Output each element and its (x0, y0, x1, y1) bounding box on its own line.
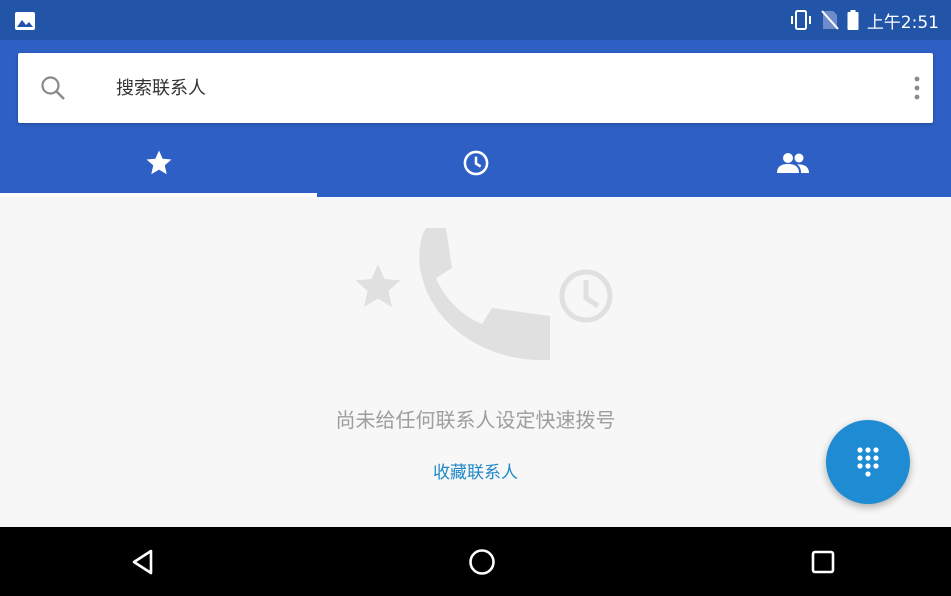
search-input[interactable] (116, 73, 816, 103)
home-icon[interactable] (465, 545, 499, 579)
vibrate-icon (790, 10, 811, 30)
empty-state-illustration (355, 228, 613, 361)
star-icon (355, 264, 401, 307)
app-header (0, 40, 951, 197)
dialpad-button[interactable] (826, 420, 910, 504)
phone-icon (419, 228, 550, 361)
tab-recents[interactable] (317, 128, 634, 197)
search-icon[interactable] (40, 75, 66, 101)
clock-icon (463, 150, 488, 175)
add-favorite-link[interactable]: 收藏联系人 (0, 458, 951, 483)
gallery-icon (15, 12, 35, 30)
search-box[interactable] (18, 53, 933, 123)
dialpad-icon (857, 447, 879, 477)
tab-favorites[interactable] (0, 128, 317, 197)
clock-icon (559, 269, 613, 323)
recents-icon[interactable] (806, 545, 840, 579)
back-icon[interactable] (126, 545, 160, 579)
star-icon (146, 150, 171, 174)
tab-contacts[interactable] (634, 128, 951, 197)
navigation-bar (0, 527, 951, 596)
battery-icon (847, 10, 859, 30)
no-sim-icon (821, 10, 839, 30)
status-time: 上午2:51 (866, 12, 939, 33)
more-vert-icon[interactable] (913, 75, 921, 101)
empty-state-message: 尚未给任何联系人设定快速拨号 (335, 408, 616, 432)
people-icon (776, 152, 809, 173)
status-bar: 上午2:51 (0, 0, 951, 40)
tab-indicator (0, 193, 317, 197)
tab-bar (0, 128, 951, 197)
